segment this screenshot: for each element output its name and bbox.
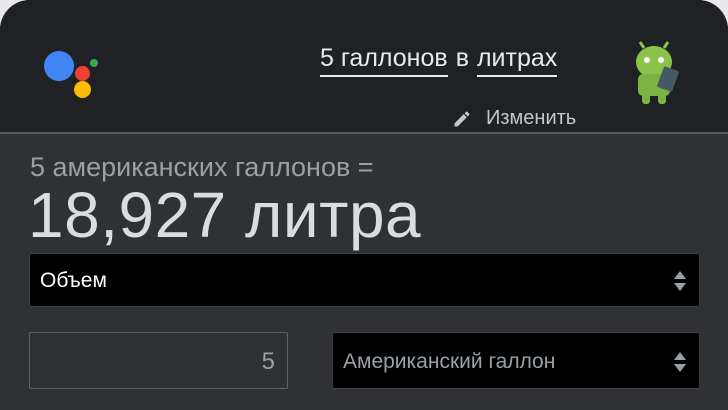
query-text[interactable]: 5 галлонов в литрах: [320, 44, 558, 77]
logo-dot-yellow: [74, 81, 91, 98]
amount-input[interactable]: 5: [29, 332, 288, 389]
category-select[interactable]: Объем: [29, 253, 700, 307]
android-avatar-icon[interactable]: [630, 40, 682, 104]
unit-select[interactable]: Американский галлон: [332, 332, 700, 389]
logo-dot-green: [90, 59, 98, 67]
google-assistant-logo: [40, 45, 100, 100]
unit-value: Американский галлон: [343, 350, 556, 373]
conversion-result: 18,927 литра: [28, 179, 422, 251]
query-part-preposition: в: [455, 44, 469, 72]
pencil-icon: [454, 110, 470, 126]
assistant-header: 5 галлонов в литрах Изменить: [0, 0, 728, 134]
category-value: Объем: [40, 269, 107, 292]
amount-value: 5: [261, 348, 275, 375]
unit-converter-card: 5 галлонов в литрах Изменить 5 американски…: [0, 0, 728, 410]
query-part-unit[interactable]: литрах: [476, 44, 558, 77]
logo-dot-blue: [44, 51, 74, 81]
edit-label: Изменить: [486, 107, 577, 129]
query-part-amount[interactable]: 5 галлонов: [320, 44, 448, 77]
up-down-arrows-icon: [674, 271, 686, 291]
edit-button[interactable]: Изменить: [452, 107, 576, 130]
logo-dot-red: [75, 66, 90, 81]
up-down-arrows-icon: [674, 352, 686, 372]
